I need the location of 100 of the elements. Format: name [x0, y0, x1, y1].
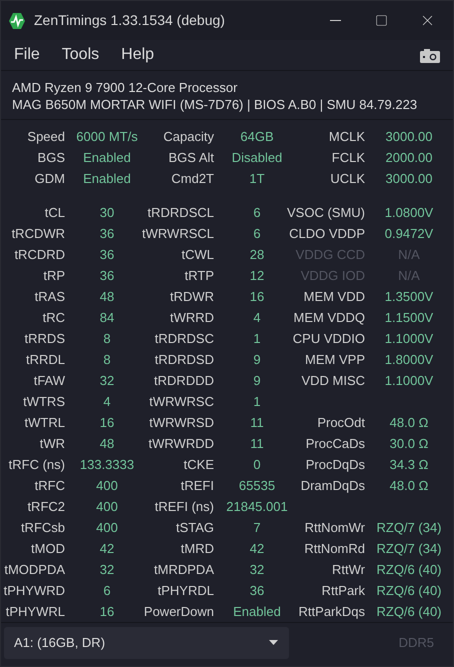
timing-value: 8: [103, 353, 111, 366]
timing-value: 11: [250, 416, 264, 429]
timing-value: 32: [100, 374, 114, 387]
cpu-name: AMD Ryzen 9 7900 12-Core Processor: [12, 79, 238, 96]
timing-value: Disabled: [232, 151, 282, 164]
timing-label: Cmd2T: [171, 172, 215, 185]
timing-value: 16: [100, 605, 114, 618]
timing-value: 65535: [238, 479, 276, 492]
timing-label: UCLK: [330, 172, 366, 185]
timing-value: 30.0 Ω: [390, 437, 428, 450]
timing-value: 32: [100, 563, 114, 576]
timing-label: tRFC: [34, 479, 66, 492]
timing-value: 9: [253, 353, 261, 366]
timing-value: 48: [100, 437, 114, 450]
menu-item[interactable]: Tools: [50, 43, 110, 67]
timing-label: tWRWRSC: [149, 395, 215, 408]
menu-item[interactable]: Help: [110, 43, 166, 67]
timing-label: tMRD: [180, 542, 215, 555]
timing-label: MCLK: [328, 130, 366, 143]
timing-value: 1.3500V: [384, 290, 434, 303]
memory-type: DDR5: [398, 634, 434, 652]
timing-value: 0: [253, 458, 261, 471]
timing-label: CPU VDDIO: [292, 332, 366, 345]
timing-value: Enabled: [83, 151, 131, 164]
timing-value: 1.1000V: [384, 332, 434, 345]
timing-value: 42: [250, 542, 264, 555]
timing-label: tMODPDA: [4, 563, 66, 576]
timing-label: tFAW: [34, 374, 66, 387]
timing-label: tRDRDSCL: [148, 206, 215, 219]
timing-label: tCL: [44, 206, 66, 219]
timing-label: RttNomRd: [304, 542, 366, 555]
timing-label: tSTAG: [176, 521, 215, 534]
timing-label: tRP: [43, 269, 66, 282]
timing-value: 8: [103, 332, 111, 345]
timing-label: tRDRDDD: [154, 374, 215, 387]
timing-value: 4: [253, 311, 261, 324]
timing-label: RttParkDqs: [298, 605, 366, 618]
timing-label: tCWL: [182, 248, 215, 261]
timing-value: 21845.001: [226, 500, 288, 513]
timing-value: RZQ/6 (40): [376, 563, 442, 576]
timing-label: tRDWR: [170, 290, 215, 303]
timing-label: MEM VDD: [304, 290, 366, 303]
timing-label: FCLK: [332, 151, 366, 164]
timing-value: 32: [250, 563, 264, 576]
timing-label: BGS Alt: [168, 151, 215, 164]
timing-value: 400: [96, 521, 118, 534]
timing-value: 11: [250, 437, 264, 450]
maximize-icon: [374, 14, 388, 27]
timing-label: MEM VPP: [305, 353, 366, 366]
timing-value: 1: [253, 395, 261, 408]
timing-value: 16: [250, 290, 264, 303]
timing-label: tRDRDSD: [154, 353, 215, 366]
menu-item[interactable]: File: [1, 43, 51, 67]
timing-label: tRC: [42, 311, 66, 324]
timing-value: 36: [250, 584, 264, 597]
timing-label: tWR: [40, 437, 66, 450]
timing-label: tWRWRSD: [149, 416, 215, 429]
timing-label: tRRDL: [26, 353, 66, 366]
timing-label: tRCDRD: [14, 248, 66, 261]
timing-label: Speed: [27, 130, 66, 143]
timing-value: 7: [253, 521, 261, 534]
timing-value: 6: [253, 227, 261, 240]
timing-label: tRFC2: [27, 500, 66, 513]
timing-value: RZQ/7 (34): [376, 521, 442, 534]
timing-label: RttNomWr: [304, 521, 366, 534]
timing-value: 16: [100, 416, 114, 429]
timing-value: 48.0 Ω: [390, 479, 428, 492]
timing-value: 36: [100, 227, 114, 240]
window-title: ZenTimings 1.33.1534 (debug): [34, 11, 225, 30]
timing-label: tWRWRSCL: [142, 227, 215, 240]
timing-value: 400: [96, 500, 118, 513]
timing-value: 3000.00: [386, 172, 432, 185]
timing-value: 133.3333: [80, 458, 134, 471]
minimize-icon: [330, 20, 340, 21]
timing-value: 36: [100, 269, 114, 282]
timing-value: Enabled: [83, 172, 131, 185]
timing-label: DramDqDs: [300, 479, 366, 492]
timing-label: tPHYRDL: [158, 584, 215, 597]
timing-label: ProcDqDs: [306, 458, 366, 471]
timing-label: tWTRS: [23, 395, 66, 408]
timing-value: N/A: [398, 248, 420, 261]
timing-label: tRTP: [184, 269, 215, 282]
timing-label: VDD MISC: [301, 374, 366, 387]
camera-icon[interactable]: [420, 48, 440, 62]
timing-value: 0.9472V: [384, 227, 434, 240]
timing-label: tPHYWRL: [6, 605, 66, 618]
timing-value: 400: [96, 479, 118, 492]
timing-value: 6: [103, 584, 111, 597]
timing-value: 48.0 Ω: [390, 416, 428, 429]
timing-label: tREFI (ns): [154, 500, 215, 513]
timing-value: 6000 MT/s: [76, 130, 138, 143]
module-dropdown[interactable]: A1: (16GB, DR): [4, 626, 289, 658]
app-logo-icon: [8, 12, 26, 30]
timing-label: tRFCsb: [20, 521, 66, 534]
timing-value: 2000.00: [386, 151, 432, 164]
board-info: MAG B650M MORTAR WIFI (MS-7D76) | BIOS A.B0 | SMU 84.79.223: [12, 96, 418, 113]
timing-label: RttPark: [322, 584, 366, 597]
timing-label: tREFI: [180, 479, 215, 492]
timing-label: tRCDWR: [12, 227, 66, 240]
caret-icon: [269, 640, 278, 645]
